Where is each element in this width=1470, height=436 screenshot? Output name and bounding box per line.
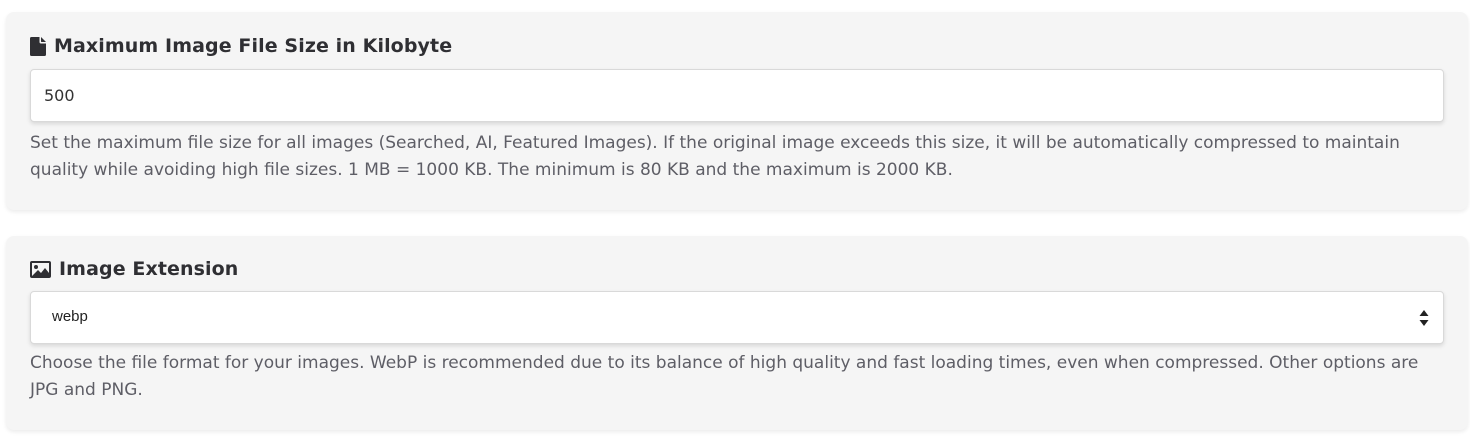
- image-extension-card: Image Extension webp Choose the file for…: [6, 236, 1468, 430]
- max-file-size-field: [30, 69, 1444, 122]
- max-file-size-help-text: Set the maximum file size for all images…: [30, 133, 1400, 180]
- max-file-size-card: Maximum Image File Size in Kilobyte Set …: [6, 12, 1468, 210]
- max-file-size-input[interactable]: [31, 70, 1443, 121]
- image-extension-selected-value: webp: [52, 308, 88, 325]
- max-file-size-title: Maximum Image File Size in Kilobyte: [54, 35, 453, 57]
- max-file-size-heading: Maximum Image File Size in Kilobyte: [30, 35, 452, 57]
- select-arrows-icon: [1419, 309, 1429, 327]
- image-icon: [30, 260, 51, 278]
- image-extension-help-text: Choose the file format for your images. …: [30, 353, 1419, 400]
- image-extension-title: Image Extension: [59, 258, 239, 280]
- image-extension-select[interactable]: webp: [30, 291, 1444, 344]
- image-extension-heading: Image Extension: [30, 258, 238, 280]
- file-icon: [30, 36, 46, 56]
